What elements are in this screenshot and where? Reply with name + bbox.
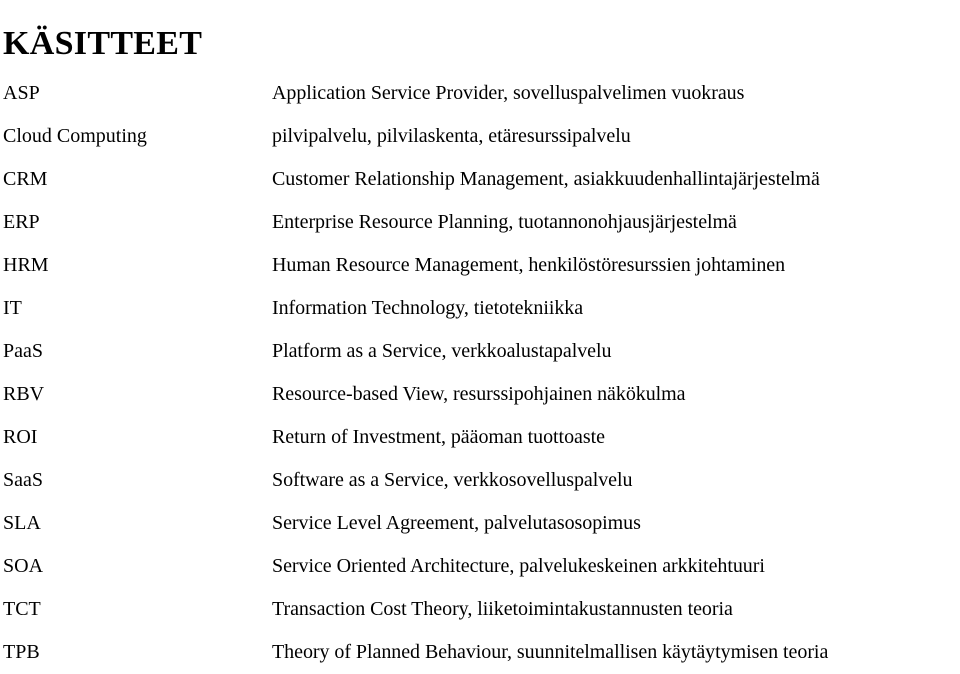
glossary-row: Cloud Computing pilvipalvelu, pilvilasken… bbox=[0, 115, 960, 158]
page-title: KÄSITTEET bbox=[3, 24, 203, 62]
glossary-definition: Human Resource Management, henkilöstöres… bbox=[272, 254, 786, 276]
glossary-term: TCT bbox=[3, 598, 41, 620]
glossary-definition: pilvipalvelu, pilvilaskenta, etäresurssi… bbox=[272, 125, 631, 147]
glossary-row: RBV Resource-based View, resurssipohjaine… bbox=[0, 373, 960, 416]
glossary-term: Cloud Computing bbox=[3, 125, 147, 147]
glossary-row: IT Information Technology, tietotekniikka bbox=[0, 287, 960, 330]
glossary-row: HRM Human Resource Management, henkilöstö… bbox=[0, 244, 960, 287]
glossary-definition: Information Technology, tietotekniikka bbox=[272, 297, 584, 319]
glossary-definition: Service Level Agreement, palvelutasosopi… bbox=[272, 512, 641, 534]
glossary-term: ROI bbox=[3, 426, 38, 448]
glossary-row: ASP Application Service Provider, sovellu… bbox=[0, 72, 960, 115]
glossary-row: CRM Customer Relationship Management, asi… bbox=[0, 158, 960, 201]
glossary-row: PaaS Platform as a Service, verkkoalustap… bbox=[0, 330, 960, 373]
glossary-definition: Return of Investment, pääoman tuottoaste bbox=[272, 426, 605, 448]
glossary-term: CRM bbox=[3, 168, 48, 190]
glossary-definition: Resource-based View, resurssipohjainen n… bbox=[272, 383, 686, 405]
glossary-definition: Enterprise Resource Planning, tuotannono… bbox=[272, 211, 737, 233]
glossary-list: ASP Application Service Provider, sovellu… bbox=[0, 72, 960, 674]
glossary-row: ERP Enterprise Resource Planning, tuotann… bbox=[0, 201, 960, 244]
glossary-definition: Platform as a Service, verkkoalustapalve… bbox=[272, 340, 612, 362]
glossary-term: SLA bbox=[3, 512, 41, 534]
glossary-row: SaaS Software as a Service, verkkosovellu… bbox=[0, 459, 960, 502]
document-page: KÄSITTEET ASP Application Service Provide… bbox=[0, 0, 960, 663]
glossary-term: SOA bbox=[3, 555, 44, 577]
glossary-row: SOA Service Oriented Architecture, palvel… bbox=[0, 545, 960, 588]
glossary-definition: Application Service Provider, sovelluspa… bbox=[272, 82, 745, 104]
glossary-term: SaaS bbox=[3, 469, 43, 491]
glossary-row: ROI Return of Investment, pääoman tuottoa… bbox=[0, 416, 960, 459]
glossary-term: HRM bbox=[3, 254, 49, 276]
glossary-term: ASP bbox=[3, 82, 40, 104]
glossary-definition: Transaction Cost Theory, liiketoimintaku… bbox=[272, 598, 733, 620]
glossary-definition: Software as a Service, verkkosovelluspal… bbox=[272, 469, 633, 491]
glossary-definition: Customer Relationship Management, asiakk… bbox=[272, 168, 820, 190]
glossary-row: TCT Transaction Cost Theory, liiketoimint… bbox=[0, 588, 960, 631]
glossary-term: IT bbox=[3, 297, 22, 319]
glossary-term: ERP bbox=[3, 211, 40, 233]
glossary-term: RBV bbox=[3, 383, 45, 405]
glossary-term: PaaS bbox=[3, 340, 43, 362]
glossary-row: SLA Service Level Agreement, palvelutasos… bbox=[0, 502, 960, 545]
glossary-definition: Service Oriented Architecture, palveluke… bbox=[272, 555, 765, 577]
